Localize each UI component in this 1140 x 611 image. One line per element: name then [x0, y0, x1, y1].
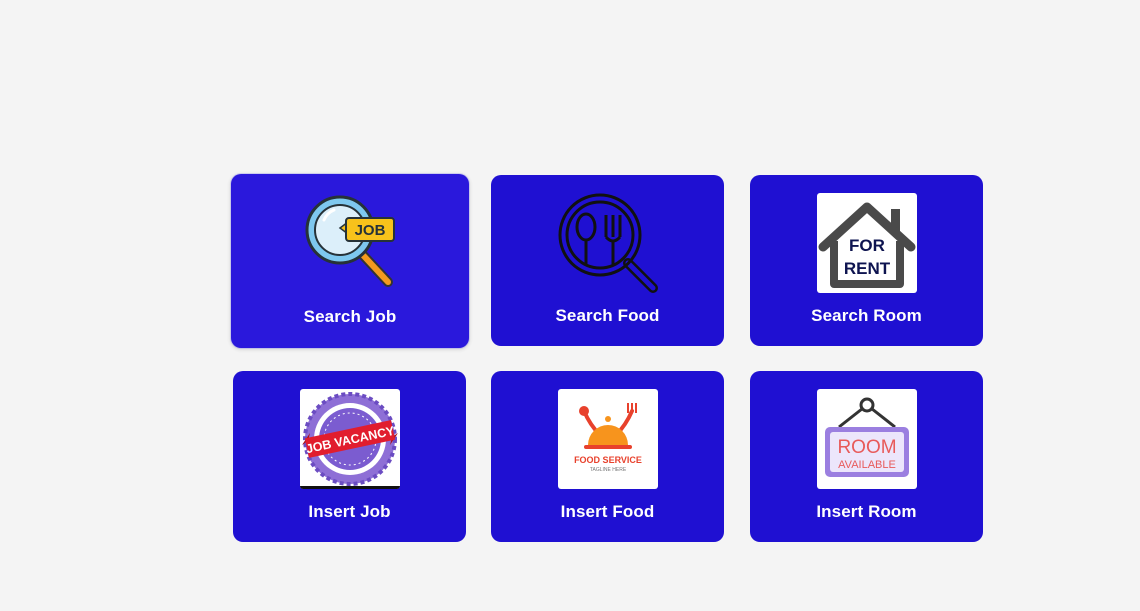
- room-available-sign-icon: ROOM AVAILABLE: [816, 389, 917, 489]
- svg-text:TAGLINE HERE: TAGLINE HERE: [589, 467, 626, 473]
- for-rent-sign-icon: FOR RENT: [816, 193, 917, 293]
- svg-text:JOB: JOB: [355, 222, 386, 239]
- insert-job-card[interactable]: JOB VACANCY Insert Job: [233, 371, 466, 542]
- svg-text:AVAILABLE: AVAILABLE: [838, 459, 896, 471]
- search-room-card[interactable]: FOR RENT Search Room: [750, 175, 983, 346]
- svg-text:FOR: FOR: [849, 236, 885, 255]
- insert-food-label: Insert Food: [560, 502, 655, 521]
- insert-job-label: Insert Job: [308, 502, 391, 521]
- search-food-label: Search Food: [555, 306, 660, 325]
- insert-room-label: Insert Room: [816, 502, 917, 521]
- job-search-icon: JOB: [300, 192, 400, 292]
- search-room-label: Search Room: [811, 306, 922, 325]
- food-search-icon: [558, 193, 658, 293]
- search-job-label: Search Job: [303, 307, 397, 326]
- svg-text:ROOM: ROOM: [837, 437, 896, 458]
- insert-room-card[interactable]: ROOM AVAILABLE Insert Room: [750, 371, 983, 542]
- dashboard-grid: JOB Search Job Search Food FOR RENT Sear…: [231, 174, 984, 543]
- job-vacancy-stamp-icon: JOB VACANCY: [299, 389, 400, 489]
- insert-food-card[interactable]: FOOD SERVICE TAGLINE HERE Insert Food: [491, 371, 724, 542]
- food-service-logo-icon: FOOD SERVICE TAGLINE HERE: [557, 389, 658, 489]
- svg-text:FOOD SERVICE: FOOD SERVICE: [574, 455, 642, 465]
- search-food-card[interactable]: Search Food: [491, 175, 724, 346]
- search-job-card[interactable]: JOB Search Job: [231, 174, 469, 348]
- svg-text:RENT: RENT: [843, 259, 890, 278]
